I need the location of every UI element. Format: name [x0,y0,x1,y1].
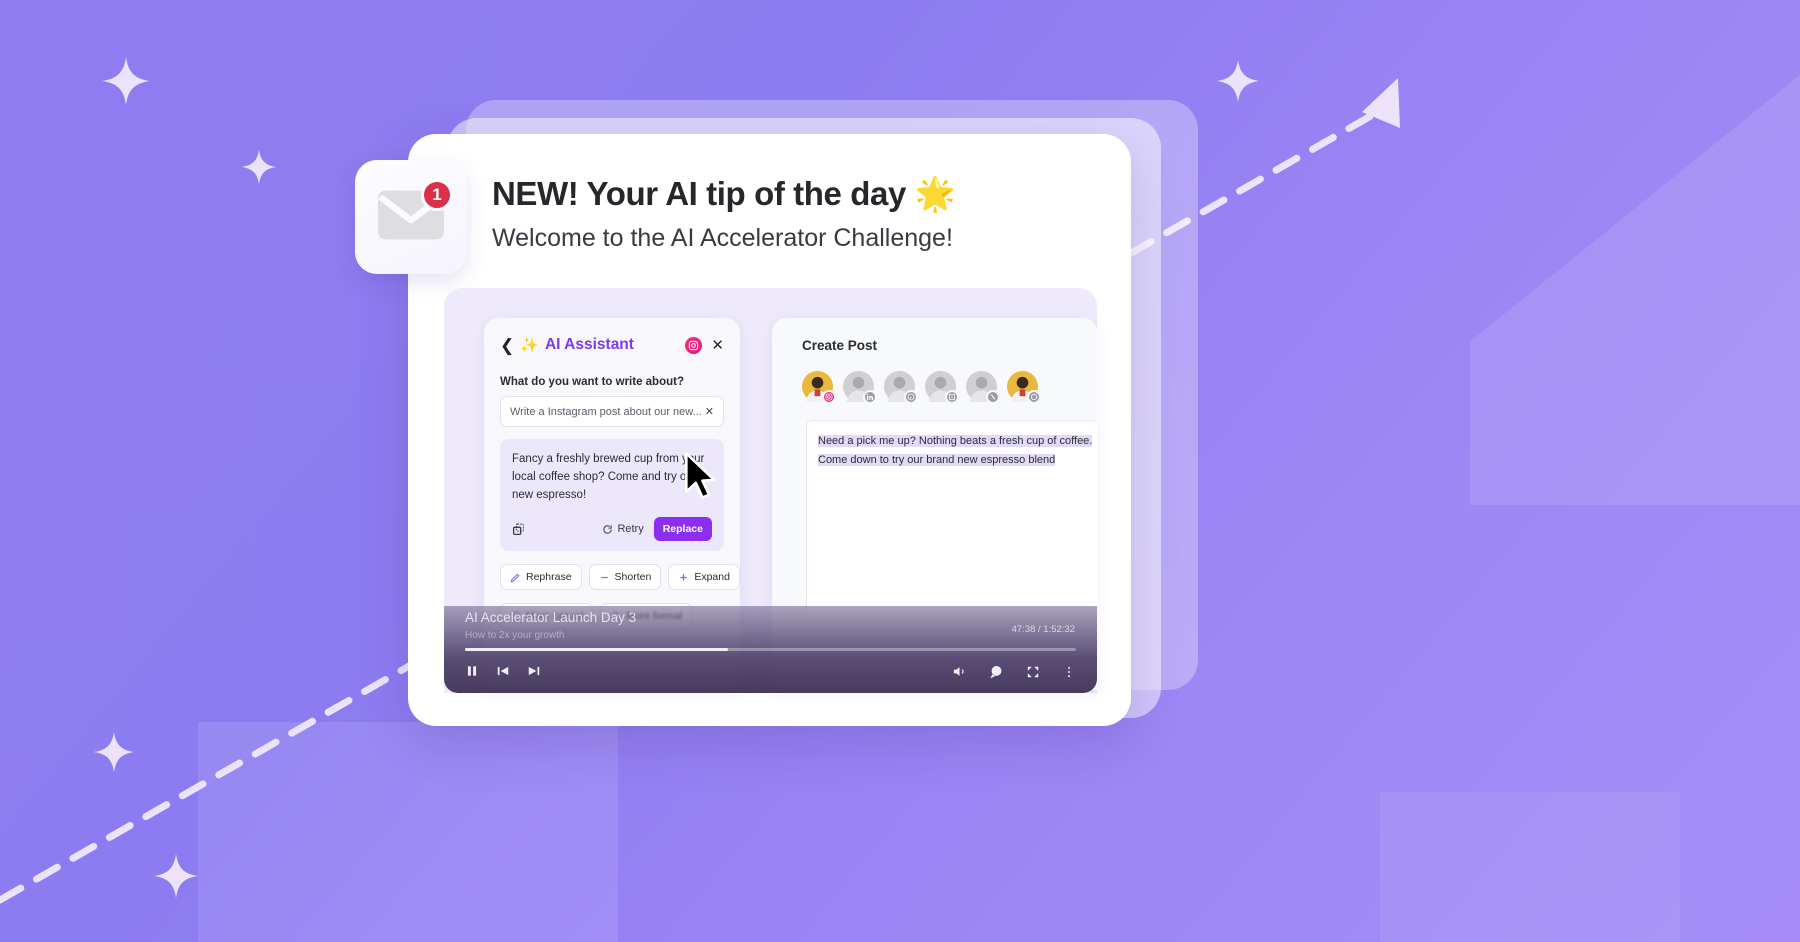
close-icon[interactable]: ✕ [711,338,724,353]
chip-rephrase[interactable]: Rephrase [500,564,582,591]
video-subtitle: How to 2x your growth [465,630,565,641]
sparkle-star-icon [152,852,200,900]
video-timestamp: 47:38 / 1:52:32 [1011,624,1075,635]
geometric-shape-bottom [198,722,618,942]
platform-badge-linkedin [863,390,877,404]
chat-icon[interactable] [989,664,1004,679]
sparkle-star-icon [240,148,278,186]
platform-badge-instagram [822,390,836,404]
more-icon[interactable] [1062,665,1076,679]
chevron-left-icon[interactable]: ❮ [500,337,514,354]
video-progress-bar[interactable] [465,648,1076,651]
sparkle-star-icon [1215,58,1261,104]
replace-button[interactable]: Replace [653,517,712,542]
retry-button[interactable]: Retry [602,523,644,536]
geometric-shape-bottom-right [1380,792,1680,942]
chip-label: Shorten [614,571,652,584]
envelope-inner: 1 [377,178,453,246]
geometric-shape-right [1470,75,1800,505]
post-text[interactable]: Need a pick me up? Nothing beats a fresh… [818,435,1093,466]
avatar-account-twitter[interactable] [966,371,1000,404]
generated-text: Fancy a freshly brewed cup from your loc… [512,453,705,502]
minus-icon [599,572,610,583]
pen-icon [510,572,521,583]
prompt-field-label: What do you want to write about? [500,376,684,388]
volume-icon[interactable] [952,664,967,679]
sparkle-star-icon [92,730,136,774]
prompt-input-wrapper[interactable]: Write a Instagram post about our new... … [500,396,724,427]
avatar-account-instagram-secondary[interactable] [1007,371,1041,404]
mouse-cursor [684,452,716,499]
chip-label: Expand [694,571,730,584]
previous-icon[interactable] [496,664,510,678]
suggestion-actions: Retry Replace [512,517,712,542]
avatar-account-facebook[interactable] [925,371,959,404]
account-avatar-row [802,371,1097,404]
assistant-header-actions: ✕ [685,336,724,354]
platform-badge-twitter [986,390,1000,404]
chip-label: Rephrase [526,571,572,584]
platform-badge-secondary [1027,390,1041,404]
assistant-title: AI Assistant [544,336,634,353]
chip-expand[interactable]: Expand [668,564,740,591]
pause-icon[interactable] [465,664,479,678]
prompt-input[interactable]: Write a Instagram post about our new... [510,406,705,418]
copy-icon[interactable] [512,523,525,536]
create-post-title: Create Post [802,338,878,353]
page-title: NEW! Your AI tip of the day 🌟 [492,175,956,212]
platform-badge-pinterest [904,390,918,404]
platform-badge-facebook [945,390,959,404]
header-text-block: NEW! Your AI tip of the day 🌟 Welcome to… [492,175,1132,253]
fullscreen-icon[interactable] [1026,665,1040,679]
clear-prompt-icon[interactable]: ✕ [705,405,714,418]
magic-wand-icon: ✨ [520,337,539,354]
video-controls-right [952,664,1076,679]
refresh-icon [603,525,613,534]
tone-chip-row-primary: Rephrase Shorten Expand [500,564,740,591]
video-player-overlay: AI Accelerator Launch Day 3 How to 2x yo… [444,606,1097,693]
notification-envelope-card[interactable]: 1 [355,160,467,274]
avatar-account-linkedin[interactable] [843,371,877,404]
video-controls-left [465,664,541,678]
sparkle-star-icon [100,55,152,107]
video-title: AI Accelerator Launch Day 3 [465,610,637,625]
assistant-header: ❮ ✨ AI Assistant ✕ [500,336,724,354]
plus-icon [678,572,689,583]
instagram-icon[interactable] [685,336,703,354]
retry-label: Retry [617,523,644,536]
video-progress-fill [465,648,728,651]
notification-badge: 1 [421,178,453,211]
next-icon[interactable] [527,664,541,678]
chip-shorten[interactable]: Shorten [588,564,662,591]
avatar-account-pinterest[interactable] [884,371,918,404]
page-subtitle: Welcome to the AI Accelerator Challenge! [492,224,953,252]
post-composer[interactable]: Need a pick me up? Nothing beats a fresh… [806,420,1097,620]
avatar-account-instagram[interactable] [802,371,836,404]
